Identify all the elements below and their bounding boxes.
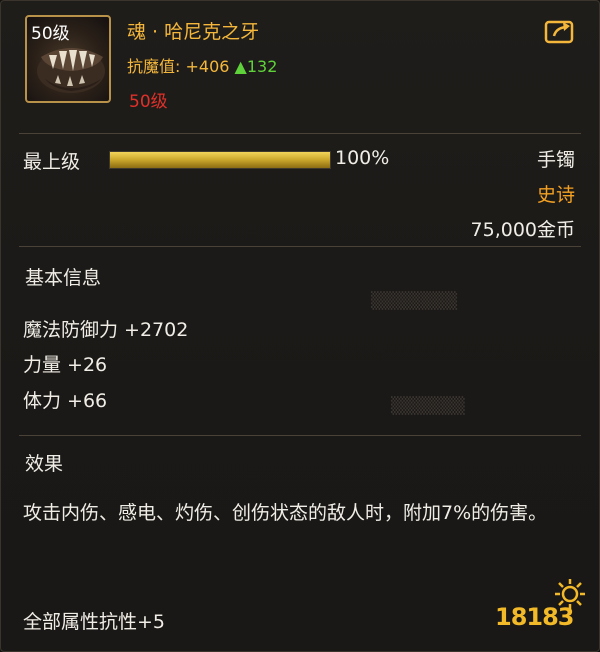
divider — [19, 435, 581, 436]
effect-description: 攻击内伤、感电、灼伤、创伤状态的敌人时，附加7%的伤害。 — [23, 502, 548, 524]
divider — [19, 246, 581, 247]
attribute-line: 体力 +66 — [23, 390, 108, 412]
background-ghost-decoration: ▒▒▒▒▒▒ — [391, 396, 465, 415]
item-tooltip-panel: ▒▒▒▒▒▒▒ ▒▒▒▒▒▒ 50级 魂 · 哈尼克之牙 抗魔值: +406 ▲… — [0, 0, 600, 652]
attribute-line: 力量 +26 — [23, 354, 108, 376]
divider — [19, 133, 581, 134]
upgrade-progress-bar — [109, 151, 331, 169]
effect-extra: 全部属性抗性+5 — [23, 611, 166, 633]
attribute-line: 魔法防御力 +2702 — [23, 319, 189, 341]
stat-increase: ▲132 — [234, 57, 278, 76]
upgrade-percent: 100% — [335, 147, 390, 169]
item-icon-frame[interactable]: 50级 — [25, 15, 111, 103]
upgrade-progress-fill — [110, 152, 330, 168]
stat-label: 抗魔值: — [127, 57, 181, 76]
effect-title: 效果 — [25, 453, 64, 475]
item-slot: 手镯 — [536, 149, 575, 171]
share-button[interactable] — [544, 17, 576, 45]
watermark-text: 18183 — [495, 603, 574, 631]
site-watermark-logo: 18183 — [493, 575, 593, 641]
share-arrow-icon — [544, 20, 574, 44]
icon-level-badge: 50级 — [31, 24, 70, 44]
level-requirement: 50级 — [129, 92, 168, 112]
item-name: 魂 · 哈尼克之牙 — [127, 21, 260, 43]
background-ghost-decoration: ▒▒▒▒▒▒▒ — [371, 291, 458, 310]
stat-value: +406 — [185, 57, 230, 76]
resist-stat-line: 抗魔值: +406 ▲132 — [127, 53, 277, 77]
item-price: 75,000金币 — [470, 219, 575, 241]
item-rarity: 史诗 — [536, 184, 575, 206]
upgrade-label: 最上级 — [23, 151, 81, 173]
basic-info-title: 基本信息 — [25, 267, 102, 289]
